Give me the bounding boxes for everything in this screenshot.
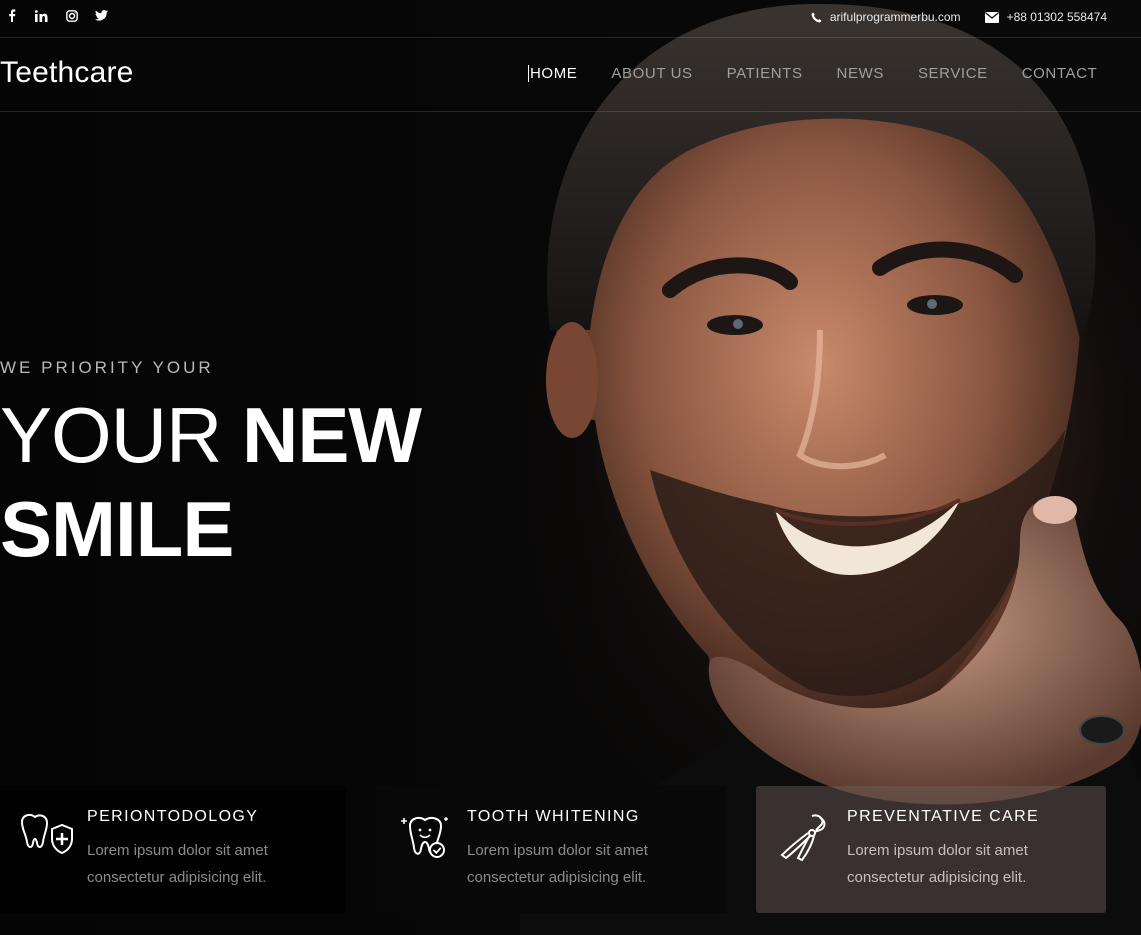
service-title: PREVENTATIVE CARE [847, 808, 1040, 825]
tooth-shield-icon [18, 812, 74, 862]
service-card-tooth-whitening[interactable]: TOOTH WHITENING Lorem ipsum dolor sit am… [376, 786, 726, 913]
sparkling-tooth-icon [398, 812, 454, 862]
social-links [0, 9, 108, 22]
twitter-icon[interactable] [95, 9, 108, 22]
email-text: arifulprogrammerbu.com [829, 10, 961, 24]
nav-item-news[interactable]: NEWS [837, 65, 884, 82]
envelope-icon [984, 11, 999, 23]
phone-icon [811, 12, 822, 23]
service-description: Lorem ipsum dolor sit amet consectetur a… [467, 842, 648, 886]
headline-bold-new: NEW [242, 391, 422, 479]
phone-contact[interactable]: arifulprogrammerbu.com [811, 10, 961, 24]
headline-thin: YOUR [0, 391, 243, 479]
nav-item-about-us[interactable]: ABOUT US [611, 65, 692, 82]
service-description: Lorem ipsum dolor sit amet consectetur a… [87, 842, 268, 886]
instagram-icon[interactable] [65, 9, 78, 22]
headline-bold-smile: SMILE [0, 485, 234, 573]
linkedin-icon[interactable] [35, 9, 48, 22]
service-title: PERIONTODOLOGY [87, 808, 259, 825]
site-logo[interactable]: Teethcare [0, 56, 134, 90]
email-contact[interactable]: +88 01302 558474 [984, 10, 1107, 24]
nav-item-home[interactable]: HOME [528, 65, 577, 82]
nav-item-contact[interactable]: CONTACT [1022, 65, 1098, 82]
hero-eyebrow: WE PRIORITY YOUR [0, 358, 214, 377]
nav-item-service[interactable]: SERVICE [918, 65, 988, 82]
service-card-periontodology[interactable]: PERIONTODOLOGY Lorem ipsum dolor sit ame… [0, 786, 346, 913]
dental-pliers-icon [778, 812, 834, 862]
service-title: TOOTH WHITENING [467, 808, 640, 825]
hero-headline: YOUR NEW SMILE [0, 388, 422, 576]
service-description: Lorem ipsum dolor sit amet consectetur a… [847, 842, 1028, 886]
main-nav: HOME ABOUT US PATIENTS NEWS SERVICE CONT… [528, 65, 1097, 82]
phone-text: +88 01302 558474 [1006, 10, 1107, 24]
main-navbar: Teethcare HOME ABOUT US PATIENTS NEWS SE… [0, 38, 1141, 112]
top-bar: arifulprogrammerbu.com +88 01302 558474 [0, 0, 1141, 38]
nav-item-patients[interactable]: PATIENTS [727, 65, 803, 82]
contact-info: arifulprogrammerbu.com +88 01302 558474 [811, 10, 1107, 24]
service-card-preventative-care[interactable]: PREVENTATIVE CARE Lorem ipsum dolor sit … [756, 786, 1106, 913]
facebook-icon[interactable] [5, 9, 18, 22]
